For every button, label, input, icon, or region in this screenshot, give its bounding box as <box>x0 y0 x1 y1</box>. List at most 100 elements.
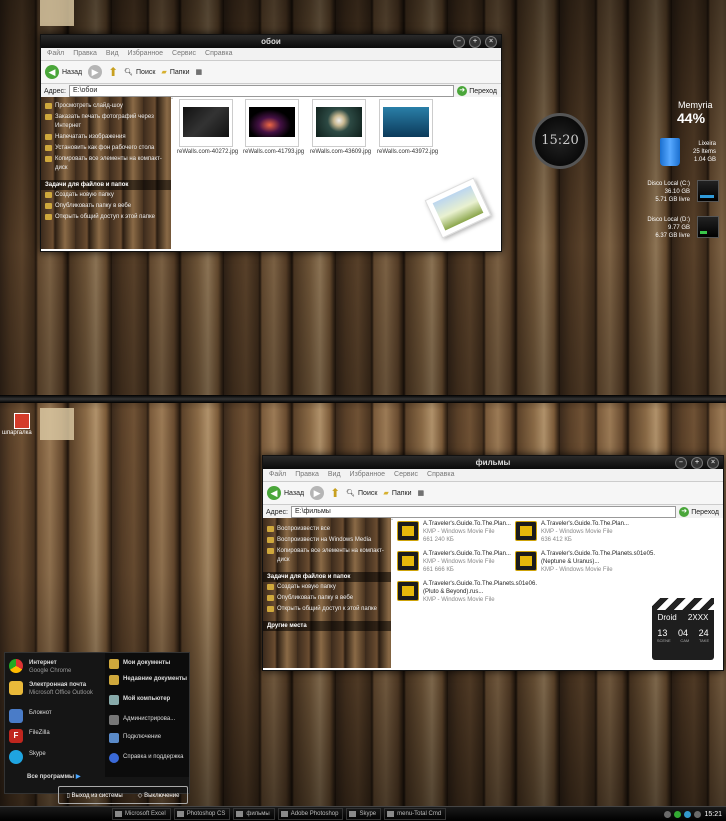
disk-free: 5.71 GB livre <box>655 197 690 203</box>
window-titlebar[interactable]: обои – + × <box>41 35 501 48</box>
close-button[interactable]: × <box>485 36 497 48</box>
logout-label: Выход из системы <box>71 792 123 799</box>
file-thumbnail[interactable] <box>245 99 299 147</box>
menu-view[interactable]: Вид <box>106 48 119 60</box>
file-name[interactable]: reWalls.com-41793.jpg <box>243 149 304 155</box>
volume-icon[interactable] <box>694 810 702 818</box>
taskbar-item[interactable]: Adobe Photoshop <box>277 808 344 820</box>
back-button[interactable]: ◀ Назад <box>267 486 304 500</box>
menu-edit[interactable]: Правка <box>73 48 97 60</box>
task-pane: Просмотреть слайд-шоу Заказать печать фо… <box>41 97 171 249</box>
address-label: Адрес: <box>44 87 66 95</box>
go-button[interactable]: ➜ Переход <box>679 507 723 517</box>
file-name[interactable]: reWalls.com-43972.jpg <box>377 149 438 155</box>
task-publish-web[interactable]: Опубликовать папку в вебе <box>263 593 391 604</box>
taskbar-item[interactable]: Microsoft Excel <box>112 808 171 820</box>
minimize-button[interactable]: – <box>453 36 465 48</box>
views-button[interactable]: ▦ <box>196 68 203 76</box>
other-places-header[interactable]: Другие места <box>263 621 391 631</box>
task-section-header[interactable]: Задачи для файлов и папок <box>263 572 391 582</box>
menu-edit[interactable]: Правка <box>295 469 319 481</box>
views-button[interactable]: ▦ <box>418 489 425 497</box>
file-thumbnail[interactable] <box>379 99 433 147</box>
address-input[interactable]: E:\фильмы <box>290 506 677 518</box>
folders-button[interactable]: ▰ Папки <box>161 68 189 77</box>
maximize-button[interactable]: + <box>469 36 481 48</box>
up-folder-icon: ⬆ <box>330 486 341 500</box>
task-new-folder[interactable]: Создать новую папку <box>41 190 171 201</box>
file-name[interactable]: reWalls.com-40272.jpg <box>177 149 238 155</box>
task-slideshow[interactable]: Просмотреть слайд-шоу <box>41 101 171 112</box>
search-button[interactable]: 🔍︎ Поиск <box>346 489 377 498</box>
power-icon: ◇ <box>137 792 143 799</box>
minimize-button[interactable]: – <box>675 457 687 469</box>
back-button[interactable]: ◀ Назад <box>45 65 82 79</box>
taskbar-clock[interactable]: 15:21 <box>704 811 722 818</box>
file-thumbnail[interactable] <box>179 99 233 147</box>
task-publish-web[interactable]: Опубликовать папку в вебе <box>41 201 171 212</box>
desktop-icon-label[interactable]: шпаргалка <box>2 430 32 436</box>
folders-button[interactable]: ▰ Папки <box>383 489 411 498</box>
maximize-button[interactable]: + <box>691 457 703 469</box>
up-folder-button[interactable]: ⬆ <box>108 65 118 79</box>
go-button[interactable]: ➜ Переход <box>457 86 501 96</box>
disk-c-info: Disco Local (C:) 36.10 GB 5.71 GB livre <box>644 180 690 204</box>
slate-take-label: TAKE <box>698 638 710 643</box>
up-folder-button[interactable]: ⬆ <box>330 486 340 500</box>
file-name[interactable]: reWalls.com-43609.jpg <box>310 149 371 155</box>
document-icon[interactable] <box>14 413 30 429</box>
task-set-wallpaper[interactable]: Установить как фон рабочего стола <box>41 143 171 154</box>
menu-file[interactable]: Файл <box>269 469 286 481</box>
file-thumbnail[interactable] <box>312 99 366 147</box>
menu-file[interactable]: Файл <box>47 48 64 60</box>
clock-gadget[interactable]: 15:20 <box>532 113 588 169</box>
folder-icon <box>109 675 119 685</box>
disk-d-icon[interactable] <box>697 216 719 238</box>
taskbar-item[interactable]: Skype <box>346 808 382 820</box>
task-share-folder[interactable]: Открыть общий доступ к этой папке <box>41 212 171 223</box>
task-section-header[interactable]: Задачи для файлов и папок <box>41 180 171 190</box>
disk-c-icon[interactable] <box>697 180 719 202</box>
logout-button[interactable]: ▯ Выход из системы <box>67 792 123 799</box>
recycle-bin-icon[interactable] <box>660 138 680 166</box>
task-new-folder[interactable]: Создать новую папку <box>263 582 391 593</box>
task-print-images[interactable]: Напечатать изображения <box>41 132 171 143</box>
menu-favorites[interactable]: Избранное <box>350 469 385 481</box>
address-input[interactable]: E:\обои <box>68 85 455 97</box>
task-order-prints[interactable]: Заказать печать фотографий через Интерне… <box>41 112 171 132</box>
toolbar: ◀ Назад ▶ ⬆ 🔍︎ Поиск ▰ Папки ▦ <box>263 482 723 505</box>
menu-help[interactable]: Справка <box>427 469 454 481</box>
shutdown-button[interactable]: ◇ Выключение <box>138 792 180 799</box>
tray-icon[interactable] <box>684 810 692 818</box>
close-button[interactable]: × <box>707 457 719 469</box>
tray-icon[interactable] <box>674 810 682 818</box>
task-play-all[interactable]: Воспроизвести все <box>263 524 391 535</box>
taskbar-item[interactable]: фильмы <box>233 808 275 820</box>
all-programs-button[interactable]: Все программы ▶ <box>27 773 80 780</box>
clapperboard-gadget[interactable]: Droid 2XXX 13 04 24 SCENE CAM TAKE <box>652 598 714 660</box>
task-share-folder[interactable]: Открыть общий доступ к этой папке <box>263 604 391 615</box>
address-label: Адрес: <box>266 508 288 516</box>
menu-help[interactable]: Справка <box>205 48 232 60</box>
menu-view[interactable]: Вид <box>328 469 341 481</box>
file-type: KMP - Windows Movie File <box>541 567 613 573</box>
folder-icon <box>109 659 119 669</box>
forward-button[interactable]: ▶ <box>310 486 325 500</box>
taskbar-item[interactable]: menu-Total Cmd <box>384 808 447 820</box>
all-programs-label: Все программы <box>27 774 75 780</box>
task-play-media[interactable]: Воспроизвести на Windows Media <box>263 535 391 546</box>
go-arrow-icon: ➜ <box>679 507 690 517</box>
recycle-bin-info: Lixeira 25 Items 1.04 GB <box>692 140 716 164</box>
search-button[interactable]: 🔍︎ Поиск <box>124 68 155 77</box>
task-copy-to-cd[interactable]: Копировать все элементы на компакт-диск <box>263 546 391 566</box>
task-copy-to-cd[interactable]: Копировать все элементы на компакт-диск <box>41 154 171 174</box>
window-titlebar[interactable]: фильмы – + × <box>263 456 723 469</box>
start-menu: Интернет Google Chrome Электронная почта M… <box>4 652 190 794</box>
menu-tools[interactable]: Сервис <box>394 469 418 481</box>
menu-favorites[interactable]: Избранное <box>128 48 163 60</box>
taskbar-item[interactable]: Photoshop CS <box>173 808 231 820</box>
wallpaper-preview <box>183 107 229 137</box>
menu-tools[interactable]: Сервис <box>172 48 196 60</box>
tray-icon[interactable] <box>664 810 672 818</box>
forward-button[interactable]: ▶ <box>88 65 103 79</box>
